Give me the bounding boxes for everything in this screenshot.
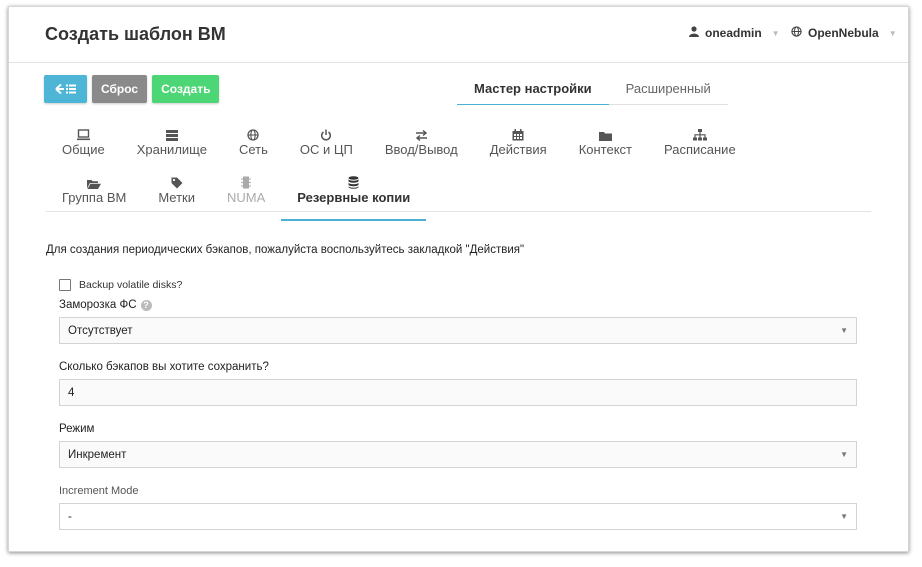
database-icon (348, 173, 359, 189)
tab-storage[interactable]: Хранилище (121, 125, 223, 173)
chevron-down-icon: ▼ (840, 326, 848, 335)
chevron-down-icon: ▼ (840, 450, 848, 459)
keep-backups-input[interactable]: 4 (59, 379, 857, 406)
tab-label: Сеть (238, 142, 268, 157)
tab-input-output[interactable]: Ввод/Вывод (369, 125, 474, 173)
question-icon[interactable]: ? (140, 299, 152, 311)
tab-os-cpu[interactable]: ОС и ЦП (284, 125, 369, 173)
section-tabs-row-2: Группа ВМ Метки NUMA Резервные копии (46, 173, 871, 221)
tab-numa[interactable]: NUMA (211, 173, 281, 221)
mode-select[interactable]: Инкремент ▼ (59, 441, 857, 468)
zone-name: OpenNebula (808, 26, 879, 40)
back-list-icon (54, 83, 76, 95)
chevron-down-icon: ▼ (771, 28, 780, 38)
tab-network[interactable]: Сеть (223, 125, 284, 173)
backup-volatile-label: Backup volatile disks? (79, 279, 183, 291)
tab-label: Контекст (578, 142, 632, 157)
chevron-down-icon: ▼ (840, 512, 848, 521)
tab-label: Метки (158, 190, 196, 205)
exchange-icon (415, 125, 428, 141)
increment-mode-value: - (68, 510, 72, 523)
tab-label: NUMA (227, 190, 266, 205)
backup-intro-text: Для создания периодических бэкапов, пожа… (46, 244, 525, 256)
reset-button[interactable]: Сброс (92, 75, 148, 103)
create-button[interactable]: Создать (152, 75, 220, 103)
folder-icon (598, 125, 612, 141)
create-vm-template-panel: Создать шаблон ВМ oneadmin ▼ OpenNebula … (8, 6, 909, 552)
microchip-icon (241, 173, 252, 189)
fs-freeze-value: Отсутствует (68, 324, 133, 337)
tab-general[interactable]: Общие (46, 125, 121, 173)
fs-freeze-field: Заморозка ФС ? Отсутствует ▼ (59, 299, 857, 344)
backup-form: Backup volatile disks? Заморозка ФС ? От… (59, 279, 857, 530)
keep-backups-label: Сколько бэкапов вы хотите сохранить? (59, 361, 269, 373)
tab-label: Действия (489, 142, 547, 157)
tab-label: Группа ВМ (62, 190, 127, 205)
tabs-divider (46, 211, 871, 212)
tag-icon (171, 173, 183, 189)
user-name: oneadmin (705, 26, 762, 40)
increment-mode-field: Increment Mode - ▼ (59, 485, 857, 530)
zone-menu[interactable]: OpenNebula ▼ (791, 26, 897, 40)
increment-mode-label: Increment Mode (59, 485, 139, 497)
tab-context[interactable]: Контекст (563, 125, 648, 173)
tab-label: Хранилище (136, 142, 207, 157)
globe-icon (791, 26, 802, 40)
fs-freeze-label-row: Заморозка ФС ? (59, 299, 857, 311)
user-icon (689, 26, 699, 40)
mode-label: Режим (59, 423, 95, 435)
globe-icon (247, 125, 260, 141)
tab-tags[interactable]: Метки (142, 173, 211, 221)
tab-actions[interactable]: Действия (474, 125, 563, 173)
sitemap-icon (692, 125, 707, 141)
toolbar: Сброс Создать (44, 75, 220, 103)
tab-wizard[interactable]: Мастер настройки (457, 78, 609, 105)
increment-mode-select[interactable]: - ▼ (59, 503, 857, 530)
mode-value: Инкремент (68, 448, 127, 461)
page-title: Создать шаблон ВМ (45, 24, 226, 44)
calendar-icon (512, 125, 524, 141)
server-icon (165, 125, 178, 141)
tab-label: ОС и ЦП (299, 142, 353, 157)
desktop-icon (76, 125, 90, 141)
fs-freeze-label: Заморозка ФС (59, 299, 137, 311)
tab-label: Ввод/Вывод (384, 142, 458, 157)
tab-advanced[interactable]: Расширенный (608, 78, 728, 105)
user-menu[interactable]: oneadmin ▼ (689, 26, 780, 40)
backup-volatile-row: Backup volatile disks? (59, 279, 857, 291)
fs-freeze-select[interactable]: Отсутствует ▼ (59, 317, 857, 344)
section-tabs: Общие Хранилище Сеть ОС и ЦП Ввод/Вывод … (46, 125, 871, 221)
header: Создать шаблон ВМ oneadmin ▼ OpenNebula … (9, 7, 908, 63)
tab-label: Расписание (664, 142, 736, 157)
section-tabs-row-1: Общие Хранилище Сеть ОС и ЦП Ввод/Вывод … (46, 125, 871, 173)
backup-volatile-checkbox[interactable] (59, 279, 71, 291)
tab-backups[interactable]: Резервные копии (281, 173, 427, 221)
tab-scheduling[interactable]: Расписание (648, 125, 752, 173)
back-button[interactable] (44, 75, 87, 103)
tab-vm-group[interactable]: Группа ВМ (46, 173, 142, 221)
power-icon (320, 125, 332, 141)
mode-tabs: Мастер настройки Расширенный (457, 78, 728, 105)
keep-backups-field: Сколько бэкапов вы хотите сохранить? 4 (59, 361, 857, 406)
chevron-down-icon: ▼ (888, 28, 897, 38)
tab-label: Общие (62, 142, 105, 157)
folder-open-icon (87, 173, 102, 189)
mode-field: Режим Инкремент ▼ (59, 423, 857, 468)
tab-label: Резервные копии (297, 190, 411, 205)
